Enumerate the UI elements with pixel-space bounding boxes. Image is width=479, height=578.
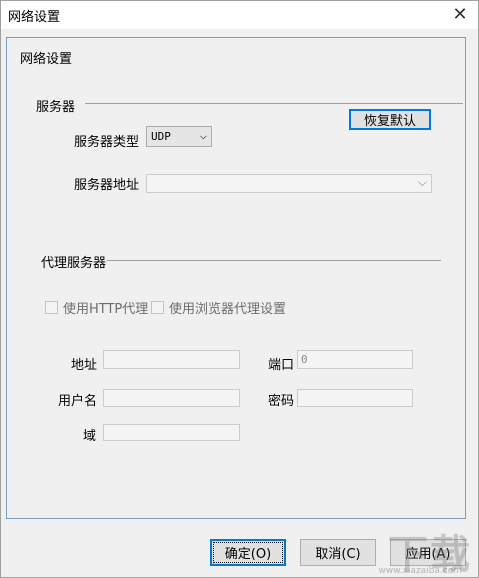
title-bar: 网络设置 ✕ [1,1,478,29]
checkbox-box [45,301,58,314]
server-address-combo[interactable]: ⌵ [146,174,432,193]
proxy-port-value: 0 [301,353,308,366]
checkbox-box [151,301,164,314]
watermark-url: www.xiazaiba.com [378,566,462,576]
proxy-domain-input[interactable] [103,424,240,441]
settings-panel: 网络设置 服务器 恢复默认 服务器类型 UDP ⌵ 服务器地址 ⌵ 代理服务器 … [6,37,466,519]
server-type-select[interactable]: UDP ⌵ [146,126,212,147]
server-type-label: 服务器类型 [74,135,140,150]
proxy-group-divider [107,260,441,261]
proxy-address-label: 地址 [71,358,98,373]
proxy-password-input[interactable] [297,389,413,407]
restore-default-button[interactable]: 恢复默认 [349,109,431,130]
proxy-username-label: 用户名 [58,394,98,409]
cancel-button[interactable]: 取消(C) [300,539,376,566]
proxy-username-input[interactable] [103,389,240,407]
server-group-label: 服务器 [36,100,76,115]
window-title: 网络设置 [8,10,61,25]
use-http-proxy-checkbox[interactable]: 使用HTTP代理 [45,298,148,317]
panel-title: 网络设置 [20,52,73,67]
close-icon[interactable]: ✕ [448,3,472,25]
use-browser-proxy-checkbox[interactable]: 使用浏览器代理设置 [151,298,286,317]
use-http-proxy-label: 使用HTTP代理 [63,302,149,317]
proxy-port-input[interactable]: 0 [297,350,413,369]
chevron-down-icon: ⌵ [417,175,427,189]
proxy-group-label: 代理服务器 [41,256,107,271]
proxy-address-input[interactable] [103,350,240,369]
ok-button[interactable]: 确定(O) [210,539,286,566]
chevron-down-icon: ⌵ [199,128,207,142]
use-browser-proxy-label: 使用浏览器代理设置 [169,302,287,317]
server-address-label: 服务器地址 [74,178,140,193]
network-settings-dialog: 网络设置 ✕ 网络设置 服务器 恢复默认 服务器类型 UDP ⌵ 服务器地址 ⌵… [0,0,479,578]
proxy-password-label: 密码 [268,394,295,409]
proxy-port-label: 端口 [268,358,295,373]
server-type-value: UDP [151,130,171,143]
server-group-divider [85,103,463,104]
proxy-domain-label: 域 [83,429,97,444]
